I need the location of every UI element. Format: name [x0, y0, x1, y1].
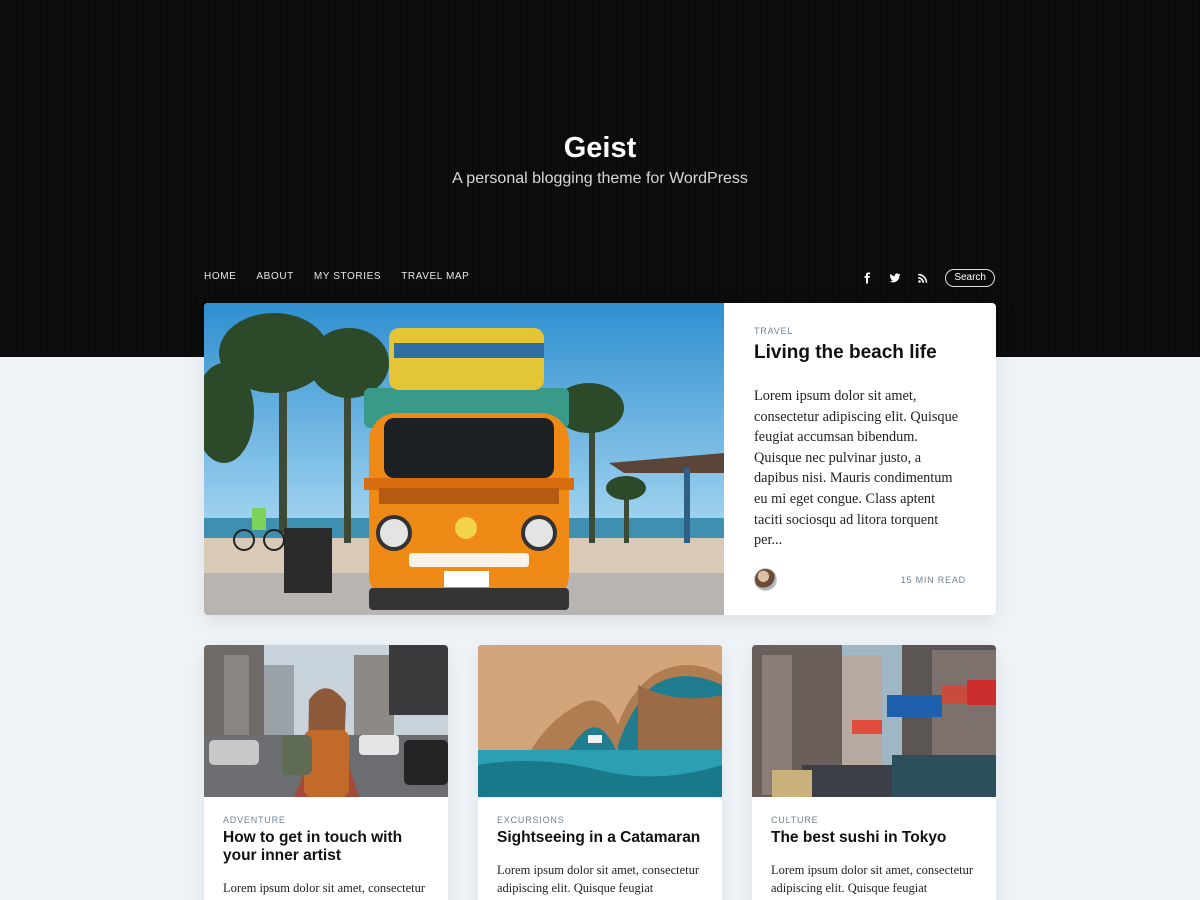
social-links: Search — [859, 269, 995, 287]
post-card-body: CULTURE The best sushi in Tokyo Lorem ip… — [752, 797, 996, 897]
post-card[interactable]: ADVENTURE How to get in touch with your … — [204, 645, 448, 900]
search-button[interactable]: Search — [945, 269, 995, 287]
nav-item-my-stories[interactable]: MY STORIES — [314, 271, 381, 282]
featured-post-title[interactable]: Living the beach life — [754, 342, 966, 364]
post-grid: ADVENTURE How to get in touch with your … — [204, 645, 996, 900]
featured-post-image[interactable] — [204, 303, 724, 615]
featured-post-body: TRAVEL Living the beach life Lorem ipsum… — [724, 303, 996, 615]
post-card-category[interactable]: CULTURE — [771, 815, 977, 825]
post-card-title[interactable]: The best sushi in Tokyo — [771, 829, 977, 847]
post-card-category[interactable]: EXCURSIONS — [497, 815, 703, 825]
nav-item-home[interactable]: HOME — [204, 271, 236, 282]
post-card-excerpt: Lorem ipsum dolor sit amet, consectetur … — [497, 863, 700, 895]
post-card-image[interactable] — [478, 645, 722, 797]
main-navigation: HOME ABOUT MY STORIES TRAVEL MAP — [204, 271, 489, 282]
site-tagline: A personal blogging theme for WordPress — [452, 170, 748, 187]
post-card[interactable]: EXCURSIONS Sightseeing in a Catamaran Lo… — [478, 645, 722, 900]
post-card-title[interactable]: Sightseeing in a Catamaran — [497, 829, 703, 847]
author-avatar[interactable] — [754, 568, 777, 591]
featured-post-meta: 15 MIN READ — [754, 568, 966, 591]
post-card-body: ADVENTURE How to get in touch with your … — [204, 797, 448, 897]
post-card-excerpt: Lorem ipsum dolor sit amet, consectetur … — [771, 863, 974, 895]
facebook-icon[interactable] — [859, 270, 875, 286]
featured-post-category[interactable]: TRAVEL — [754, 326, 966, 336]
post-card-category[interactable]: ADVENTURE — [223, 815, 429, 825]
featured-post-card[interactable]: TRAVEL Living the beach life Lorem ipsum… — [204, 303, 996, 615]
post-card-body: EXCURSIONS Sightseeing in a Catamaran Lo… — [478, 797, 722, 897]
post-card-image[interactable] — [204, 645, 448, 797]
post-card-image[interactable] — [752, 645, 996, 797]
featured-post-excerpt: Lorem ipsum dolor sit amet, consectetur … — [754, 388, 959, 549]
read-time: 15 MIN READ — [900, 574, 966, 585]
site-title[interactable]: Geist — [0, 132, 1200, 165]
rss-icon[interactable] — [915, 270, 931, 286]
post-card-title[interactable]: How to get in touch with your inner arti… — [223, 829, 429, 865]
post-card[interactable]: CULTURE The best sushi in Tokyo Lorem ip… — [752, 645, 996, 900]
twitter-icon[interactable] — [887, 270, 903, 286]
post-card-excerpt: Lorem ipsum dolor sit amet, consectetur — [223, 881, 426, 895]
nav-item-travel-map[interactable]: TRAVEL MAP — [401, 271, 469, 282]
nav-item-about[interactable]: ABOUT — [256, 271, 293, 282]
